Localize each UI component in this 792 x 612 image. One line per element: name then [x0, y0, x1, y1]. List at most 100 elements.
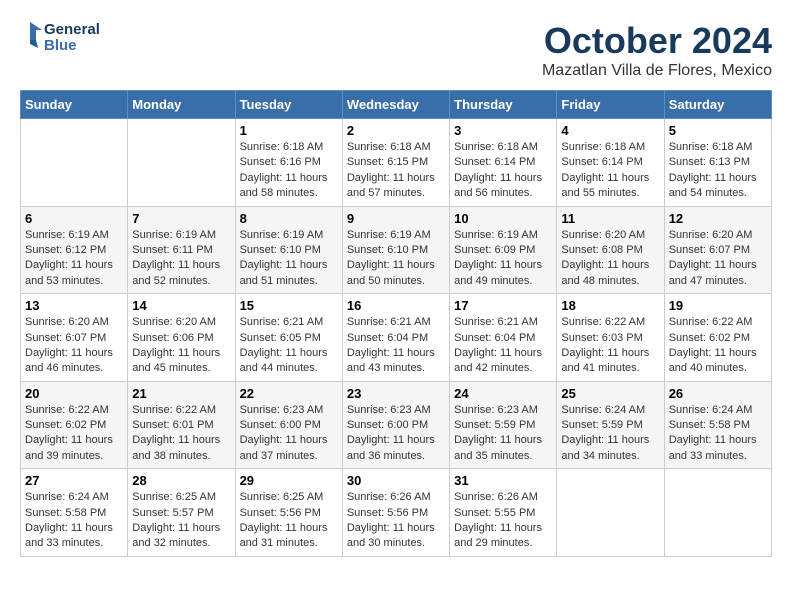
sunset-text: Sunset: 6:01 PM [132, 419, 213, 431]
daylight-text: Daylight: 11 hours and 56 minutes. [454, 172, 542, 199]
calendar-cell: 11Sunrise: 6:20 AMSunset: 6:08 PMDayligh… [557, 206, 664, 294]
calendar-cell: 3Sunrise: 6:18 AMSunset: 6:14 PMDaylight… [450, 119, 557, 207]
daylight-text: Daylight: 11 hours and 34 minutes. [561, 434, 649, 461]
daylight-text: Daylight: 11 hours and 58 minutes. [240, 172, 328, 199]
day-info: Sunrise: 6:24 AMSunset: 5:58 PMDaylight:… [25, 490, 123, 552]
sunset-text: Sunset: 6:07 PM [25, 332, 106, 344]
sunset-text: Sunset: 5:56 PM [240, 507, 321, 519]
sunrise-text: Sunrise: 6:23 AM [347, 404, 431, 416]
sunrise-text: Sunrise: 6:19 AM [347, 229, 431, 241]
calendar-week-row: 27Sunrise: 6:24 AMSunset: 5:58 PMDayligh… [21, 469, 772, 557]
sunset-text: Sunset: 6:00 PM [347, 419, 428, 431]
sunset-text: Sunset: 6:07 PM [669, 244, 750, 256]
day-number: 20 [25, 386, 123, 401]
daylight-text: Daylight: 11 hours and 33 minutes. [25, 522, 113, 549]
daylight-text: Daylight: 11 hours and 45 minutes. [132, 347, 220, 374]
sunrise-text: Sunrise: 6:20 AM [132, 316, 216, 328]
sunrise-text: Sunrise: 6:19 AM [132, 229, 216, 241]
day-number: 1 [240, 123, 338, 138]
logo-text-general: General [44, 22, 100, 39]
day-info: Sunrise: 6:20 AMSunset: 6:06 PMDaylight:… [132, 315, 230, 377]
sunrise-text: Sunrise: 6:23 AM [454, 404, 538, 416]
day-info: Sunrise: 6:26 AM Sunset: 5:55 PM Daylight:… [454, 490, 552, 552]
daylight-text: Daylight: 11 hours and 41 minutes. [561, 347, 649, 374]
column-header-tuesday: Tuesday [235, 91, 342, 119]
day-info: Sunrise: 6:22 AMSunset: 6:03 PMDaylight:… [561, 315, 659, 377]
day-number: 7 [132, 211, 230, 226]
day-info: Sunrise: 6:24 AM Sunset: 5:59 PM Daylight:… [561, 403, 659, 465]
sunrise-text: Sunrise: 6:23 AM [240, 404, 324, 416]
calendar-cell: 7 Sunrise: 6:19 AMSunset: 6:11 PMDaylight… [128, 206, 235, 294]
column-header-saturday: Saturday [664, 91, 771, 119]
day-info: Sunrise: 6:25 AMSunset: 5:57 PMDaylight:… [132, 490, 230, 552]
sunset-text: Sunset: 6:12 PM [25, 244, 106, 256]
daylight-text: Daylight: 11 hours and 33 minutes. [669, 434, 757, 461]
sunrise-text: Sunrise: 6:24 AM [561, 404, 645, 416]
sunset-text: Sunset: 5:56 PM [347, 507, 428, 519]
day-info: Sunrise: 6:24 AM Sunset: 5:58 PM Daylight:… [669, 403, 767, 465]
calendar-cell: 21Sunrise: 6:22 AMSunset: 6:01 PMDayligh… [128, 381, 235, 469]
sunset-text: Sunset: 6:10 PM [347, 244, 428, 256]
calendar-cell: 1Sunrise: 6:18 AMSunset: 6:16 PMDaylight… [235, 119, 342, 207]
calendar-cell: 15Sunrise: 6:21 AMSunset: 6:05 PMDayligh… [235, 294, 342, 382]
page-header: General Blue October 2024 Mazatlan Villa… [20, 20, 772, 80]
day-number: 29 [240, 473, 338, 488]
sunset-text: Sunset: 5:59 PM [561, 419, 642, 431]
calendar-week-row: 1Sunrise: 6:18 AMSunset: 6:16 PMDaylight… [21, 119, 772, 207]
sunset-text: Sunset: 6:14 PM [561, 156, 642, 168]
sunset-text: Sunset: 5:57 PM [132, 507, 213, 519]
month-year-title: October 2024 [542, 20, 772, 62]
calendar-cell: 10Sunrise: 6:19 AMSunset: 6:09 PMDayligh… [450, 206, 557, 294]
calendar-cell: 26 Sunrise: 6:24 AM Sunset: 5:58 PM Dayligh… [664, 381, 771, 469]
daylight-text: Daylight: 11 hours and 29 minutes. [454, 522, 542, 549]
day-info: Sunrise: 6:20 AMSunset: 6:07 PMDaylight:… [25, 315, 123, 377]
sunrise-text: Sunrise: 6:22 AM [132, 404, 216, 416]
calendar-header-row: SundayMondayTuesdayWednesdayThursdayFrid… [21, 91, 772, 119]
calendar-cell: 12Sunrise: 6:20 AMSunset: 6:07 PMDayligh… [664, 206, 771, 294]
sunset-text: Sunset: 6:02 PM [669, 332, 750, 344]
day-number: 26 [669, 386, 767, 401]
sunrise-text: Sunrise: 6:19 AM [25, 229, 109, 241]
calendar-cell: 31Sunrise: 6:26 AMSunset: 5:55 PMDayligh… [450, 469, 557, 557]
day-info: Sunrise: 6:22 AMSunset: 6:01 PMDaylight:… [132, 403, 230, 465]
logo-text-blue: Blue [44, 38, 100, 55]
daylight-text: Daylight: 11 hours and 50 minutes. [347, 259, 435, 286]
sunrise-text: Sunrise: 6:20 AM [25, 316, 109, 328]
day-info: Sunrise: 6:19 AMSunset: 6:11 PMDaylight:… [132, 228, 230, 290]
day-number: 21 [132, 386, 230, 401]
day-number: 6 [25, 211, 123, 226]
day-info: Sunrise: 6:26 AMSunset: 5:56 PMDaylight:… [347, 490, 445, 552]
sunset-text: Sunset: 5:55 PM [454, 507, 535, 519]
sunrise-text: Sunrise: 6:19 AM [240, 229, 324, 241]
daylight-text: Daylight: 11 hours and 53 minutes. [25, 259, 113, 286]
day-info: Sunrise: 6:23 AM Sunset: 5:59 PM Daylight:… [454, 403, 552, 465]
sunrise-text: Sunrise: 6:18 AM [347, 141, 431, 153]
sunset-text: Sunset: 6:04 PM [454, 332, 535, 344]
daylight-text: Daylight: 11 hours and 35 minutes. [454, 434, 542, 461]
sunrise-text: Sunrise: 6:26 AM [454, 491, 538, 503]
calendar-cell: 27Sunrise: 6:24 AMSunset: 5:58 PMDayligh… [21, 469, 128, 557]
sunset-text: Sunset: 6:05 PM [240, 332, 321, 344]
day-info: Sunrise: 6:18 AMSunset: 6:14 PMDaylight:… [561, 140, 659, 202]
column-header-monday: Monday [128, 91, 235, 119]
daylight-text: Daylight: 11 hours and 39 minutes. [25, 434, 113, 461]
daylight-text: Daylight: 11 hours and 32 minutes. [132, 522, 220, 549]
sunrise-text: Sunrise: 6:21 AM [454, 316, 538, 328]
sunset-text: Sunset: 6:04 PM [347, 332, 428, 344]
sunrise-text: Sunrise: 6:24 AM [669, 404, 753, 416]
daylight-text: Daylight: 11 hours and 54 minutes. [669, 172, 757, 199]
sunset-text: Sunset: 5:59 PM [454, 419, 535, 431]
daylight-text: Daylight: 11 hours and 55 minutes. [561, 172, 649, 199]
sunset-text: Sunset: 6:14 PM [454, 156, 535, 168]
daylight-text: Daylight: 11 hours and 48 minutes. [561, 259, 649, 286]
calendar-cell: 19Sunrise: 6:22 AMSunset: 6:02 PMDayligh… [664, 294, 771, 382]
sunrise-text: Sunrise: 6:18 AM [240, 141, 324, 153]
day-info: Sunrise: 6:21 AMSunset: 6:04 PMDaylight:… [454, 315, 552, 377]
day-number: 14 [132, 298, 230, 313]
calendar-cell [664, 469, 771, 557]
sunset-text: Sunset: 5:58 PM [669, 419, 750, 431]
calendar-cell: 14 Sunrise: 6:20 AMSunset: 6:06 PMDayligh… [128, 294, 235, 382]
daylight-text: Daylight: 11 hours and 57 minutes. [347, 172, 435, 199]
day-info: Sunrise: 6:25 AMSunset: 5:56 PMDaylight:… [240, 490, 338, 552]
title-block: October 2024 Mazatlan Villa de Flores, M… [542, 20, 772, 80]
